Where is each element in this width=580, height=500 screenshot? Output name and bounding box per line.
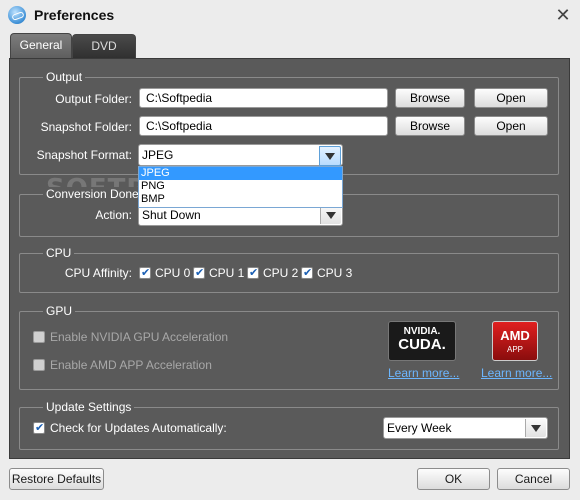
format-option-bmp[interactable]: BMP (139, 193, 342, 206)
output-open-button[interactable]: Open (474, 88, 548, 108)
cpu2-label: CPU 2 (263, 266, 299, 280)
cpu2-checkbox[interactable] (247, 266, 259, 279)
nvidia-label: Enable NVIDIA GPU Acceleration (50, 330, 229, 344)
conversion-legend: Conversion Done (43, 187, 142, 201)
output-legend: Output (43, 70, 86, 84)
output-folder-label: Output Folder: (55, 92, 132, 106)
format-dropdown-list: JPEG PNG BMP (138, 166, 343, 208)
cpu0-label: CPU 0 (155, 266, 191, 280)
close-icon[interactable]: ✕ (553, 5, 573, 25)
update-frequency-value: Every Week (387, 421, 452, 435)
snapshot-open-button[interactable]: Open (474, 116, 548, 136)
snapshot-format-select[interactable]: JPEG (138, 144, 343, 166)
ok-button[interactable]: OK (417, 468, 490, 490)
gpu-legend: GPU (43, 304, 76, 318)
cpu3-checkbox[interactable] (301, 266, 313, 279)
action-value: Shut Down (142, 208, 201, 222)
amd-label: Enable AMD APP Acceleration (50, 358, 212, 372)
tab-general[interactable]: General (10, 33, 72, 59)
nvidia-checkbox[interactable] (33, 331, 45, 343)
nvidia-logo-bottom: CUDA. (398, 336, 446, 353)
amd-app-logo: AMD APP (492, 321, 538, 361)
amd-checkbox[interactable] (33, 359, 45, 371)
nvidia-learn-more-link[interactable]: Learn more... (388, 366, 459, 380)
format-option-jpeg[interactable]: JPEG (139, 167, 342, 180)
cpu3-label: CPU 3 (317, 266, 353, 280)
app-logo-icon (8, 6, 26, 24)
cpu1-checkbox[interactable] (193, 266, 205, 279)
auto-update-checkbox[interactable] (33, 421, 45, 434)
action-label: Action: (95, 208, 132, 222)
output-folder-field[interactable]: C:\Softpedia (139, 88, 388, 108)
snapshot-folder-field[interactable]: C:\Softpedia (139, 116, 388, 136)
amd-logo-top: AMD (500, 328, 530, 343)
snapshot-format-label: Snapshot Format: (36, 148, 132, 162)
chevron-down-icon[interactable] (320, 206, 341, 224)
auto-update-label: Check for Updates Automatically: (50, 421, 227, 435)
snapshot-folder-label: Snapshot Folder: (40, 120, 132, 134)
nvidia-cuda-logo: NVIDIA. CUDA. (388, 321, 456, 361)
cpu0-checkbox[interactable] (139, 266, 151, 279)
chevron-down-icon[interactable] (525, 419, 546, 437)
gpu-group (19, 311, 559, 390)
amd-learn-more-link[interactable]: Learn more... (481, 366, 552, 380)
update-frequency-select[interactable]: Every Week (383, 417, 548, 439)
cpu1-label: CPU 1 (209, 266, 245, 280)
tab-dvd[interactable]: DVD (72, 34, 136, 58)
cancel-button[interactable]: Cancel (497, 468, 570, 490)
amd-logo-bottom: APP (506, 345, 523, 354)
restore-defaults-button[interactable]: Restore Defaults (9, 468, 104, 490)
format-option-png[interactable]: PNG (139, 180, 342, 193)
output-browse-button[interactable]: Browse (395, 88, 465, 108)
cpu-legend: CPU (43, 246, 75, 260)
chevron-down-icon[interactable] (319, 146, 341, 166)
snapshot-format-value: JPEG (142, 148, 174, 162)
cpu-affinity-label: CPU Affinity: (64, 266, 132, 280)
snapshot-browse-button[interactable]: Browse (395, 116, 465, 136)
window-title: Preferences (34, 7, 115, 23)
update-legend: Update Settings (43, 400, 135, 414)
